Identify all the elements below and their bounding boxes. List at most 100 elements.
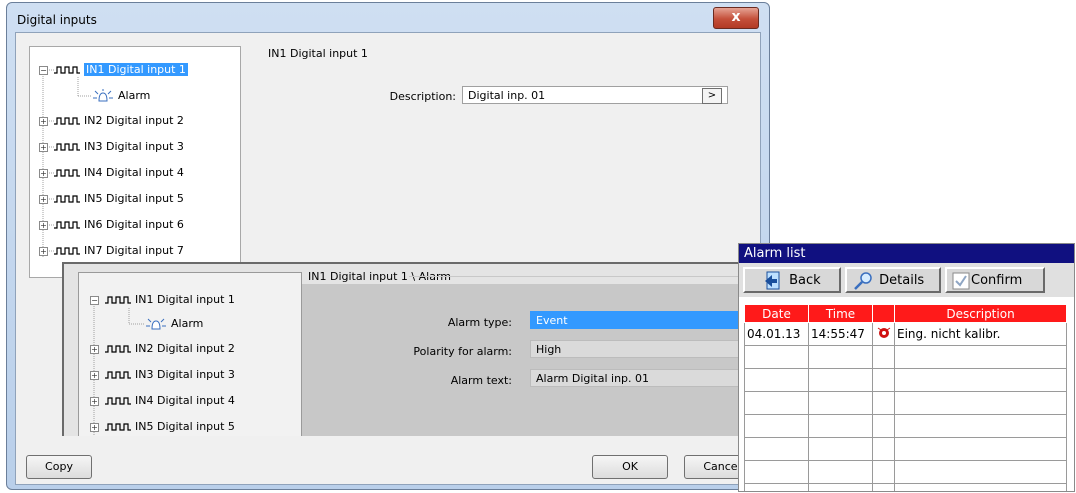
tree-item-label: IN4 Digital input 4 bbox=[135, 394, 235, 407]
description-cell: Eing. nicht kalibr. bbox=[894, 322, 1067, 346]
time-cell bbox=[808, 345, 873, 369]
details-button[interactable]: Details bbox=[845, 267, 941, 293]
alarm-config-overlay: − IN1 Digital input 1 Alarm + IN2 Digita… bbox=[62, 262, 764, 436]
back-button[interactable]: Back bbox=[743, 267, 841, 293]
description-cell bbox=[894, 368, 1067, 392]
icon-column-header[interactable] bbox=[872, 304, 895, 323]
time-column-header[interactable]: Time bbox=[808, 304, 873, 323]
description-cell bbox=[894, 391, 1067, 415]
panel-title: IN1 Digital input 1 bbox=[268, 47, 368, 60]
digital-signal-icon bbox=[105, 423, 131, 431]
date-cell bbox=[744, 414, 809, 438]
digital-signal-icon bbox=[54, 195, 80, 203]
date-cell bbox=[744, 368, 809, 392]
copy-button[interactable]: Copy bbox=[26, 455, 92, 479]
tree-collapse-toggle[interactable]: − bbox=[90, 296, 99, 305]
close-button[interactable]: x bbox=[713, 7, 759, 29]
time-cell bbox=[808, 414, 873, 438]
tree-item-in1[interactable]: IN1 Digital input 1 bbox=[54, 61, 188, 79]
tree-item-in5[interactable]: IN5 Digital input 5 bbox=[54, 190, 184, 208]
digital-signal-icon bbox=[105, 345, 131, 353]
polarity-label: Polarity for alarm: bbox=[413, 345, 512, 358]
digital-signal-icon bbox=[54, 221, 80, 229]
tree-expand-toggle[interactable]: + bbox=[39, 221, 48, 230]
polarity-select[interactable]: High bbox=[530, 340, 764, 358]
time-cell bbox=[808, 460, 873, 484]
tree-item-label: Alarm bbox=[171, 317, 204, 330]
icon-cell bbox=[872, 460, 895, 484]
tree-expand-toggle[interactable]: + bbox=[90, 371, 99, 380]
table-row[interactable] bbox=[744, 414, 1067, 438]
table-row[interactable] bbox=[744, 391, 1067, 415]
table-row[interactable] bbox=[744, 437, 1067, 461]
tree-collapse-toggle[interactable]: − bbox=[39, 66, 48, 75]
tree-item-label: IN2 Digital input 2 bbox=[135, 342, 235, 355]
icon-cell bbox=[872, 345, 895, 369]
input-tree[interactable]: − IN1 Digital input 1 Alarm + IN2 Digita… bbox=[29, 46, 241, 278]
alarm-text-label: Alarm text: bbox=[450, 374, 512, 387]
tree-expand-toggle[interactable]: + bbox=[39, 247, 48, 256]
description-cell bbox=[894, 345, 1067, 369]
alarm-toolbar: Back Details Confirm bbox=[739, 263, 1074, 297]
description-label: Description: bbox=[389, 90, 456, 103]
description-field[interactable]: Digital inp. 01 bbox=[462, 86, 728, 104]
tree-item-label: IN2 Digital input 2 bbox=[84, 114, 184, 127]
alarm-table-header: Date Time Description bbox=[744, 304, 1067, 323]
tree-item-in2[interactable]: IN2 Digital input 2 bbox=[54, 112, 184, 130]
tree-expand-toggle[interactable]: + bbox=[90, 345, 99, 354]
tree-item-label: IN7 Digital input 7 bbox=[84, 244, 184, 257]
tree-item-label: IN4 Digital input 4 bbox=[84, 166, 184, 179]
tree-expand-toggle[interactable]: + bbox=[90, 423, 99, 432]
tree-expand-toggle[interactable]: + bbox=[39, 143, 48, 152]
checkbox-icon bbox=[952, 272, 970, 289]
details-label: Details bbox=[879, 273, 925, 288]
digital-signal-icon bbox=[105, 371, 131, 379]
alarm-type-label: Alarm type: bbox=[447, 316, 512, 329]
date-column-header[interactable]: Date bbox=[744, 304, 809, 323]
tree-item-in5[interactable]: IN5 Digital input 5 bbox=[105, 418, 235, 436]
date-cell: 04.01.13 bbox=[744, 322, 809, 346]
tree-item-label: IN5 Digital input 5 bbox=[84, 192, 184, 205]
overlay-input-tree[interactable]: − IN1 Digital input 1 Alarm + IN2 Digita… bbox=[78, 272, 302, 436]
icon-cell bbox=[872, 414, 895, 438]
ok-button[interactable]: OK bbox=[592, 455, 668, 479]
alarm-text-field[interactable]: Alarm Digital inp. 01 bbox=[530, 369, 764, 387]
tree-item-in4[interactable]: IN4 Digital input 4 bbox=[54, 164, 184, 182]
tree-expand-toggle[interactable]: + bbox=[90, 397, 99, 406]
description-column-header[interactable]: Description bbox=[894, 304, 1067, 323]
confirm-label: Confirm bbox=[971, 273, 1023, 288]
table-row[interactable] bbox=[744, 345, 1067, 369]
tree-item-in3[interactable]: IN3 Digital input 3 bbox=[54, 138, 184, 156]
dialog-title: Digital inputs bbox=[17, 13, 97, 27]
tree-item-in1[interactable]: IN1 Digital input 1 bbox=[105, 291, 235, 309]
tree-item-alarm[interactable]: Alarm bbox=[92, 87, 150, 105]
date-cell bbox=[744, 483, 809, 491]
tree-expand-toggle[interactable]: + bbox=[39, 169, 48, 178]
description-edit-button[interactable]: > bbox=[702, 88, 722, 104]
time-cell: 14:55:47 bbox=[808, 322, 873, 346]
tree-item-label: IN1 Digital input 1 bbox=[84, 63, 188, 76]
icon-cell bbox=[872, 483, 895, 491]
alarm-table: Date Time Description 04.01.13 14:55:47 … bbox=[744, 304, 1067, 491]
table-row[interactable]: 04.01.13 14:55:47 Eing. nicht kalibr. bbox=[744, 322, 1067, 346]
alarm-settings-panel: Alarm type: Event Polarity for alarm: Hi… bbox=[302, 284, 764, 436]
icon-cell bbox=[872, 391, 895, 415]
digital-signal-icon bbox=[54, 117, 80, 125]
alarm-list-window: Alarm list Back Details Confirm Date Tim… bbox=[738, 243, 1075, 492]
tree-item-in4[interactable]: IN4 Digital input 4 bbox=[105, 392, 235, 410]
alarm-type-select[interactable]: Event bbox=[530, 311, 764, 329]
table-row[interactable] bbox=[744, 460, 1067, 484]
tree-item-in6[interactable]: IN6 Digital input 6 bbox=[54, 216, 184, 234]
tree-expand-toggle[interactable]: + bbox=[39, 195, 48, 204]
tree-item-in2[interactable]: IN2 Digital input 2 bbox=[105, 340, 235, 358]
tree-item-alarm[interactable]: Alarm bbox=[145, 315, 203, 333]
confirm-button[interactable]: Confirm bbox=[945, 267, 1045, 293]
table-row[interactable] bbox=[744, 368, 1067, 392]
tree-item-in3[interactable]: IN3 Digital input 3 bbox=[105, 366, 235, 384]
description-cell bbox=[894, 414, 1067, 438]
tree-expand-toggle[interactable]: + bbox=[39, 117, 48, 126]
group-divider bbox=[409, 276, 764, 277]
tree-item-in7[interactable]: IN7 Digital input 7 bbox=[54, 242, 184, 260]
digital-signal-icon bbox=[105, 296, 131, 304]
table-row[interactable] bbox=[744, 483, 1067, 491]
